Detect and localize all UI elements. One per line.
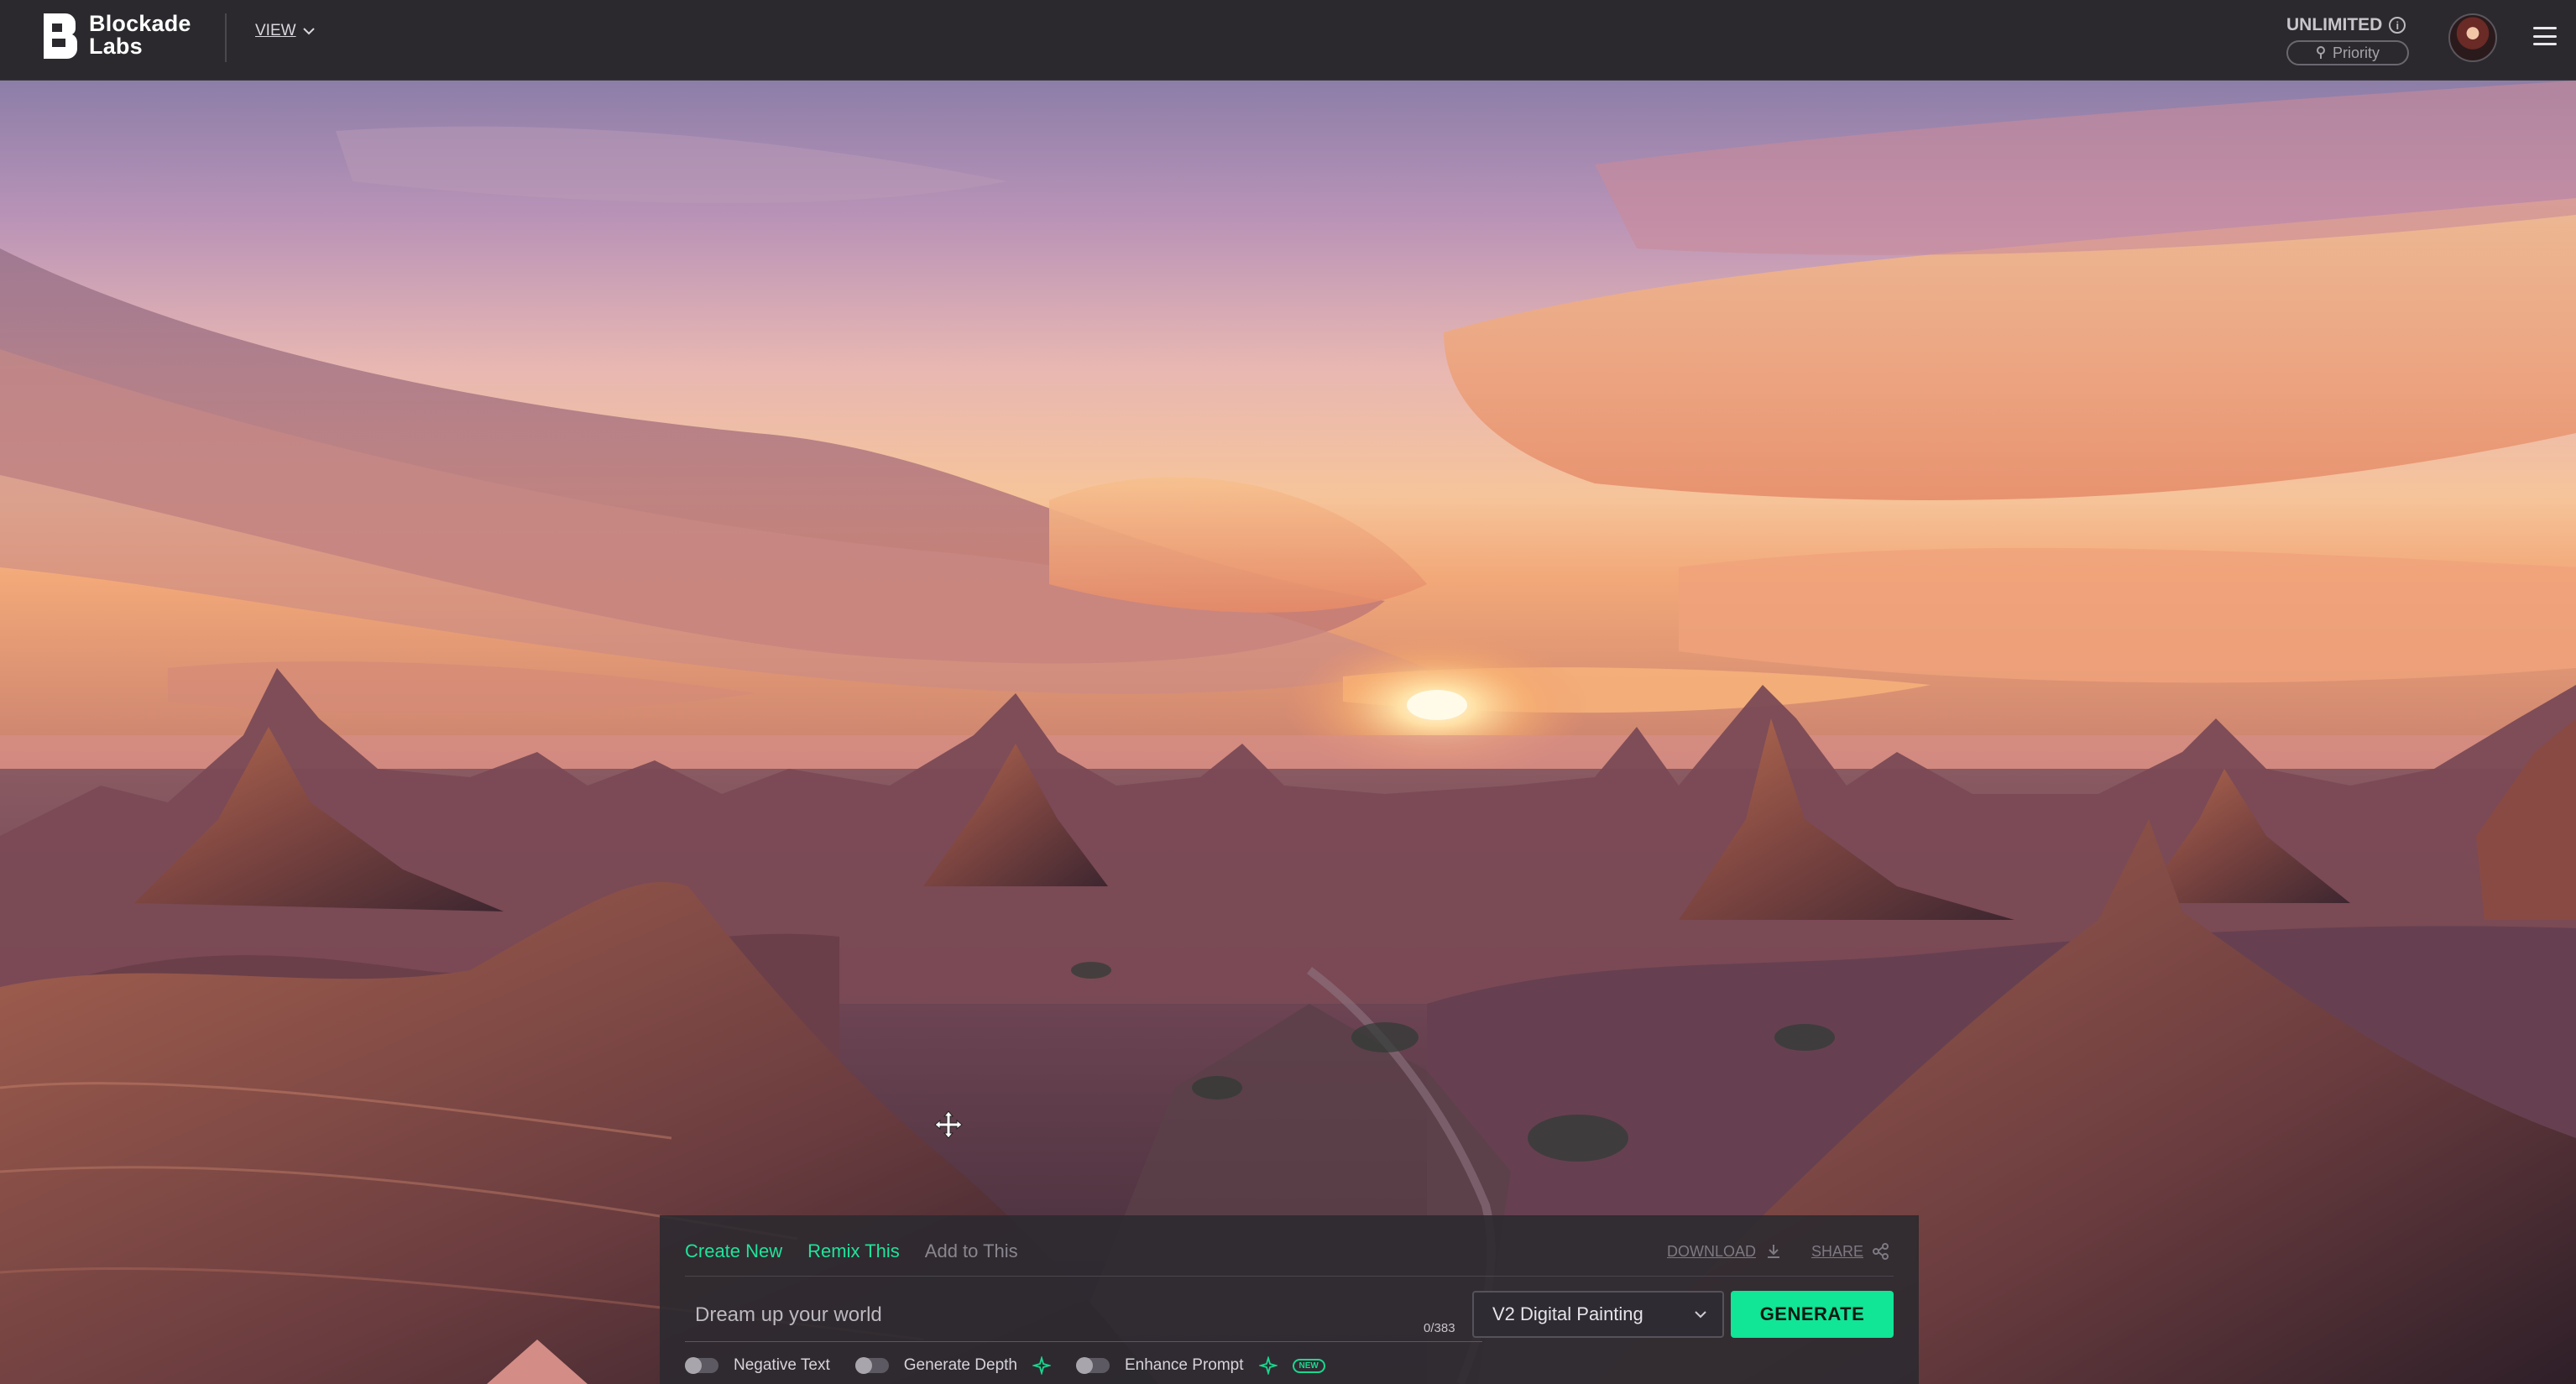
view-menu[interactable]: VIEW [255,22,315,40]
pin-icon [2316,46,2325,59]
generate-depth-toggle[interactable] [854,1357,889,1374]
prompt-panel: Create New Remix This Add to This DOWNLO… [660,1215,1919,1384]
prompt-input[interactable] [685,1291,1466,1340]
share-icon [1873,1243,1889,1260]
avatar[interactable] [2448,13,2497,62]
generate-depth-toggle-group: Generate Depth [854,1356,1051,1375]
new-badge: NEW [1292,1358,1325,1373]
generate-depth-label: Generate Depth [903,1356,1017,1374]
style-select-value: V2 Digital Painting [1492,1303,1643,1324]
top-bar: Blockade Labs VIEW UNLIMITED i Priority [0,0,2576,81]
chevron-down-icon [302,28,315,35]
plan-status: UNLIMITED i [2286,15,2406,35]
skybox-viewport[interactable] [0,81,2576,1384]
negative-text-label: Negative Text [734,1356,830,1374]
char-counter: 0/383 [1424,1321,1455,1335]
view-menu-label: VIEW [255,22,296,39]
enhance-prompt-label: Enhance Prompt [1124,1356,1244,1374]
logo-line2: Labs [89,34,143,59]
enhance-prompt-toggle[interactable] [1075,1357,1110,1374]
plan-label: UNLIMITED [2286,15,2383,34]
tab-remix-this[interactable]: Remix This [807,1240,900,1262]
download-button[interactable]: DOWNLOAD [1667,1242,1783,1261]
style-select[interactable]: V2 Digital Painting [1472,1291,1724,1338]
info-icon[interactable]: i [2389,17,2406,34]
logo-text: Blockade Labs [89,13,191,58]
download-label: DOWNLOAD [1666,1242,1756,1260]
enhance-prompt-toggle-group: Enhance Prompt NEW [1075,1356,1325,1375]
logo[interactable]: Blockade Labs [40,12,191,59]
tab-add-to-this[interactable]: Add to This [925,1240,1018,1262]
negative-text-toggle[interactable] [685,1357,718,1374]
priority-badge: Priority [2286,40,2409,65]
header-divider [225,13,227,62]
download-icon [1767,1245,1779,1258]
sparkle-icon [1032,1356,1051,1375]
logo-mark [44,13,77,59]
share-label: SHARE [1811,1242,1863,1260]
mode-tabs: Create New Remix This Add to This [685,1240,1018,1262]
panel-divider [685,1276,1894,1277]
skybox-image [0,81,2576,1384]
logo-line1: Blockade [89,11,191,36]
input-underline [685,1341,1482,1342]
priority-label: Priority [2332,44,2380,61]
sparkle-icon [1258,1356,1278,1375]
share-button[interactable]: SHARE [1811,1242,1890,1261]
panel-actions: DOWNLOAD SHARE [1667,1242,1890,1261]
negative-text-toggle-group: Negative Text [685,1356,830,1375]
tab-create-new[interactable]: Create New [685,1240,782,1262]
move-cursor-icon [934,1110,963,1139]
chevron-down-icon [1695,1311,1706,1319]
hamburger-icon[interactable] [2533,27,2557,45]
generate-button[interactable]: GENERATE [1731,1291,1894,1338]
options-row: Negative Text Generate Depth Enhance Pro… [685,1356,1325,1375]
